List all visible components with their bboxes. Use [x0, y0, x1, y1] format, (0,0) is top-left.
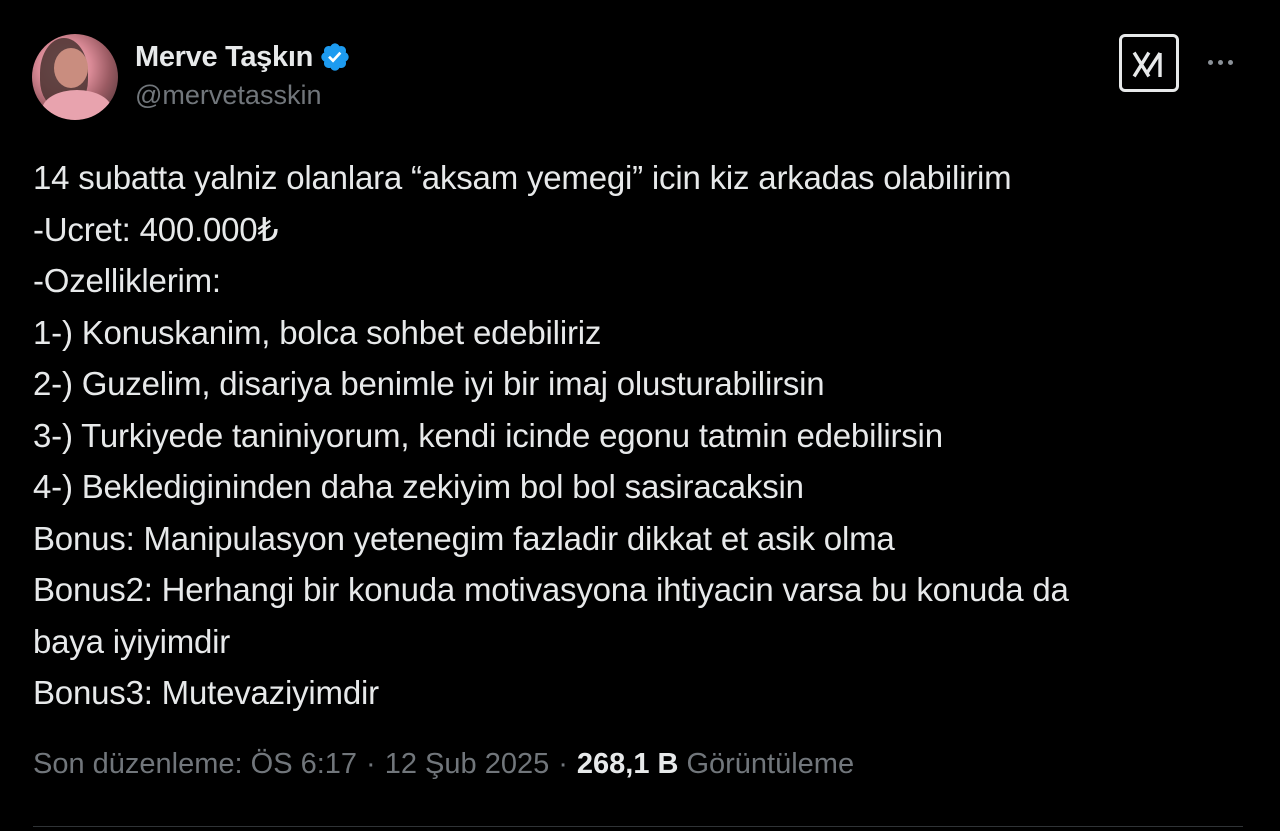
tweet-text-line: 1-) Konuskanim, bolca sohbet edebiliriz	[33, 313, 602, 351]
author-handle[interactable]: @mervetasskin	[135, 80, 321, 111]
tweet-text-line: Bonus2: Herhangi bir konuda motivasyona …	[33, 571, 1069, 608]
more-horizontal-icon-dot	[1227, 59, 1233, 65]
tweet-date[interactable]: 12 Şub 2025	[385, 748, 549, 781]
tweet-text-line: 4-) Bekledigininden daha zekiyim bol bol…	[33, 468, 804, 505]
tweet-text-line: baya iyiyimdir	[33, 622, 231, 660]
avatar-shoulder	[42, 90, 112, 120]
tweet-text-line: 2-) Guzelim, disariya benimle iyi bir im…	[33, 365, 825, 402]
more-horizontal-icon-dot	[1217, 59, 1223, 65]
tweet-meta: Son düzenleme: ÖS 6:17 · 12 Şub 2025 · 2…	[33, 748, 854, 781]
author-display-name[interactable]: Merve Taşkın	[135, 41, 313, 74]
verified-badge-icon	[321, 43, 349, 71]
divider	[33, 826, 1243, 827]
tweet-text-line: Bonus: Manipulasyon yetenegim fazladir d…	[33, 519, 895, 557]
grok-button[interactable]	[1119, 34, 1179, 92]
meta-separator: ·	[366, 748, 376, 780]
views-count[interactable]: 268,1 B	[577, 748, 679, 781]
more-options-button[interactable]	[1200, 50, 1240, 74]
tweet-text-line: 3-) Turkiyede taniniyorum, kendi icinde …	[33, 416, 943, 454]
avatar[interactable]	[32, 34, 118, 120]
tweet-text-line: 14 subatta yalniz olanlara “aksam yemegi…	[33, 159, 1012, 196]
meta-separator: ·	[558, 748, 568, 780]
tweet-text-line: -Ucret: 400.000₺	[33, 210, 279, 248]
views-label: Görüntüleme	[686, 748, 855, 780]
author-name-row[interactable]: Merve Taşkın	[135, 38, 351, 76]
tweet-card: Merve Taşkın @mervetasskin 14 subatta ya…	[0, 0, 1280, 831]
avatar-face	[54, 48, 88, 88]
edited-time[interactable]: Son düzenleme: ÖS 6:17	[33, 748, 357, 781]
more-horizontal-icon	[1207, 59, 1213, 65]
tweet-text: 14 subatta yalniz olanlara “aksam yemegi…	[33, 152, 1233, 719]
tweet-text-line: -Ozelliklerim:	[33, 262, 221, 299]
tweet-text-line: Bonus3: Mutevaziyimdir	[33, 674, 379, 711]
grok-icon	[1132, 51, 1162, 78]
